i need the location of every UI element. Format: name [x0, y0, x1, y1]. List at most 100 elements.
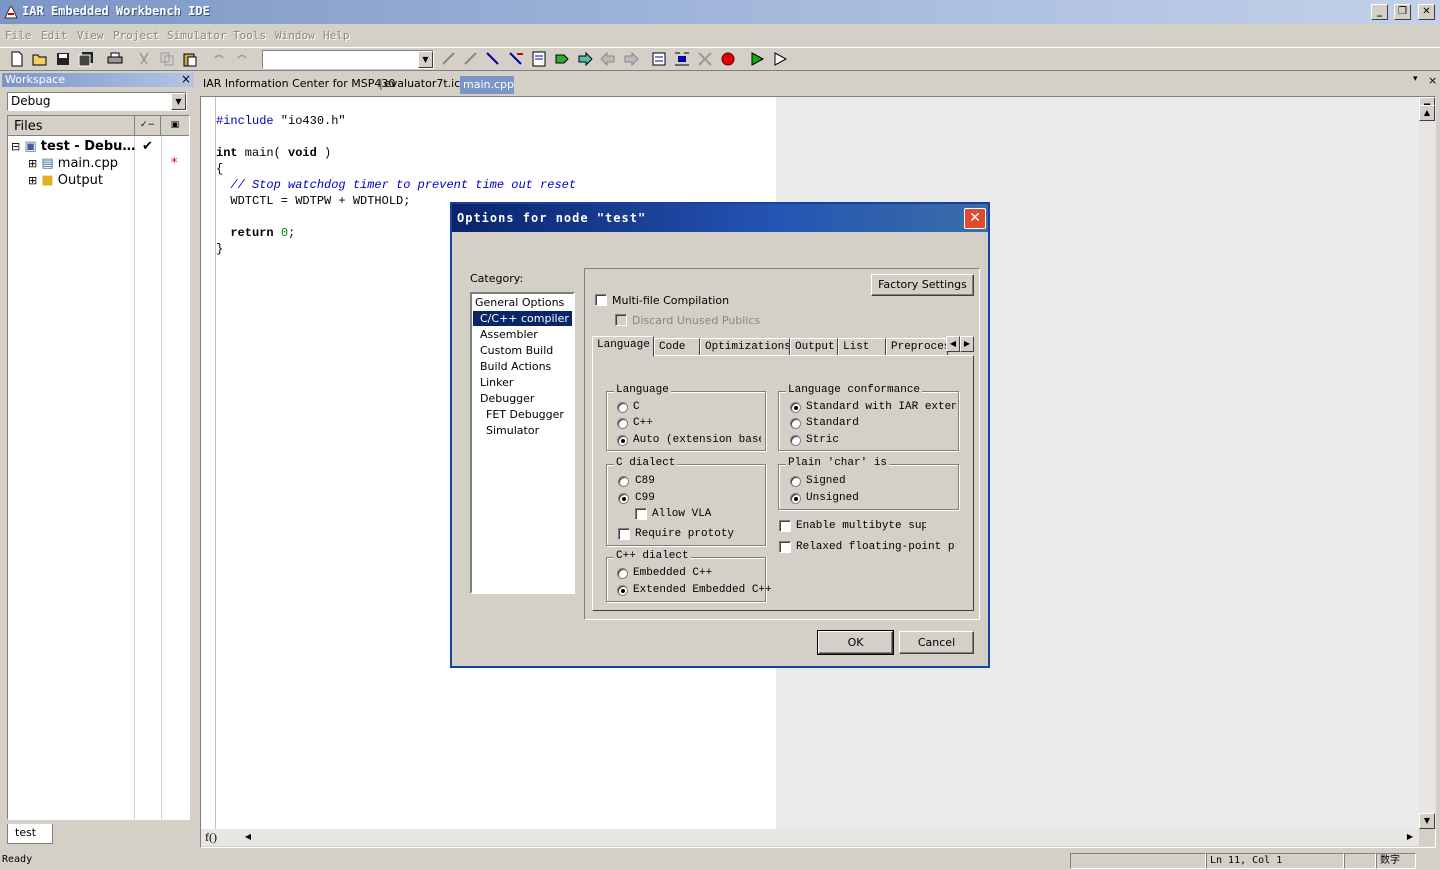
minimize-button[interactable]: _ [1371, 4, 1388, 20]
tab-output[interactable]: Output [790, 338, 838, 356]
breakpoint-icon[interactable] [719, 50, 737, 68]
expand-icon[interactable]: ⊞ [28, 157, 37, 170]
tab-optimizations[interactable]: Optimizations [700, 338, 790, 356]
config-select[interactable]: Debug ▼ [7, 92, 187, 111]
conformance-iar-radio[interactable] [790, 402, 801, 413]
open-folder-icon[interactable] [31, 50, 49, 68]
category-build-actions[interactable]: Build Actions [473, 359, 572, 374]
signed-radio[interactable] [790, 476, 801, 487]
find-combo[interactable]: ▼ [262, 50, 434, 69]
tab-main-cpp[interactable]: main.cpp [460, 76, 514, 94]
conformance-standard-radio[interactable] [790, 418, 801, 429]
find-next-icon[interactable] [484, 50, 502, 68]
cut-icon[interactable] [135, 50, 153, 68]
scroll-left-icon[interactable]: ◀ [240, 830, 256, 846]
make-icon[interactable] [673, 50, 691, 68]
debug-icon[interactable] [748, 50, 766, 68]
debug-without-download-icon[interactable] [771, 50, 789, 68]
build-status-column-icon[interactable]: ✓− [134, 116, 161, 136]
category-linker[interactable]: Linker [473, 375, 572, 390]
new-file-icon[interactable] [8, 50, 26, 68]
print-icon[interactable] [106, 50, 124, 68]
category-debugger[interactable]: Debugger [473, 391, 572, 406]
paste-icon[interactable] [181, 50, 199, 68]
category-list[interactable]: General Options C/C++ compiler Assembler… [470, 292, 575, 594]
dialog-close-button[interactable]: ✕ [964, 208, 986, 229]
factory-settings-button[interactable]: Factory Settings [871, 274, 974, 296]
close-button[interactable]: ✕ [1418, 4, 1435, 20]
allow-vla-checkbox[interactable] [635, 508, 647, 520]
category-general-options[interactable]: General Options [473, 295, 572, 310]
options-column-icon[interactable]: ▣ [161, 116, 189, 136]
tree-item-project[interactable]: ⊟ ▣ test - Debu… ✔ [11, 138, 186, 155]
navigate-next-icon[interactable] [622, 50, 640, 68]
tree-item-main-cpp[interactable]: ⊞ ▤ main.cpp * [28, 155, 186, 172]
conformance-strict-radio[interactable] [790, 435, 801, 446]
menu-tools[interactable]: Tools [233, 29, 266, 42]
extended-embedded-cpp-radio[interactable] [617, 585, 628, 596]
category-simulator[interactable]: Simulator [473, 423, 572, 438]
menu-project[interactable]: Project [113, 29, 159, 42]
category-assembler[interactable]: Assembler [473, 327, 572, 342]
tab-preprocessor[interactable]: Preprocessor [886, 338, 948, 356]
scroll-right-icon[interactable]: ▶ [1402, 830, 1418, 846]
menu-window[interactable]: Window [275, 29, 315, 42]
category-fet-debugger[interactable]: FET Debugger [473, 407, 572, 422]
tree-item-output[interactable]: ⊞ ■ Output [28, 172, 186, 189]
function-navigator[interactable]: f() [205, 830, 217, 845]
vertical-scrollbar[interactable]: ▬ ▲ ▼ [1419, 97, 1436, 829]
find-in-files-icon[interactable] [530, 50, 548, 68]
menu-file[interactable]: File [5, 29, 32, 42]
navigate-forward-icon[interactable] [576, 50, 594, 68]
tabs-scroll-left-icon[interactable]: ◀ [946, 336, 960, 352]
navigate-back-icon[interactable] [599, 50, 617, 68]
category-custom-build[interactable]: Custom Build [473, 343, 572, 358]
unsigned-radio[interactable] [790, 493, 801, 504]
menu-view[interactable]: View [77, 29, 104, 42]
multifile-checkbox[interactable] [595, 294, 607, 306]
cancel-button[interactable]: Cancel [899, 631, 974, 654]
stop-build-icon[interactable] [696, 50, 714, 68]
language-cpp-radio[interactable] [617, 418, 628, 429]
embedded-cpp-radio[interactable] [617, 568, 628, 579]
editor-close-icon[interactable]: × [1428, 74, 1437, 87]
chevron-down-icon[interactable]: ▼ [418, 51, 433, 68]
undo-icon[interactable] [210, 50, 228, 68]
tab-menu-icon[interactable]: ▾ [1413, 74, 1418, 84]
menu-edit[interactable]: Edit [41, 29, 68, 42]
workspace-close-icon[interactable]: × [180, 73, 192, 87]
chevron-down-icon[interactable]: ▼ [171, 93, 186, 110]
tab-code[interactable]: Code [654, 338, 700, 356]
menu-simulator[interactable]: Simulator [167, 29, 227, 42]
compile-icon[interactable] [650, 50, 668, 68]
c99-radio[interactable] [618, 493, 629, 504]
redo-icon[interactable] [233, 50, 251, 68]
scroll-up-icon[interactable]: ▲ [1419, 105, 1435, 121]
collapse-icon[interactable]: ⊟ [11, 140, 20, 153]
multibyte-checkbox[interactable] [779, 520, 791, 532]
scroll-down-icon[interactable]: ▼ [1419, 813, 1435, 829]
language-auto-radio[interactable] [617, 435, 628, 446]
c89-radio[interactable] [618, 476, 629, 487]
workspace-tab-test[interactable]: test [7, 824, 53, 844]
relaxed-fp-checkbox[interactable] [779, 541, 791, 553]
category-c-cpp-compiler[interactable]: C/C++ compiler [473, 311, 572, 326]
tabs-scroll-right-icon[interactable]: ▶ [960, 336, 974, 352]
find-previous-icon[interactable] [507, 50, 525, 68]
tab-list[interactable]: List [838, 338, 886, 356]
copy-icon[interactable] [158, 50, 176, 68]
expand-icon[interactable]: ⊞ [28, 174, 37, 187]
save-all-icon[interactable] [77, 50, 95, 68]
goto-bookmark-icon[interactable] [462, 50, 480, 68]
toggle-bookmark-icon[interactable] [440, 50, 458, 68]
save-icon[interactable] [54, 50, 72, 68]
ok-button[interactable]: OK [817, 630, 894, 655]
tab-language[interactable]: Language [592, 336, 654, 357]
require-prototypes-checkbox[interactable] [618, 528, 630, 540]
tab-icf[interactable]: evaluator7t.icf [384, 77, 464, 90]
restore-button[interactable]: ❐ [1394, 4, 1411, 20]
horizontal-scrollbar[interactable]: f() ◀ ▶ [201, 829, 1419, 846]
goto-icon[interactable] [553, 50, 571, 68]
menu-help[interactable]: Help [323, 29, 350, 42]
tab-info-center[interactable]: IAR Information Center for MSP430 [203, 77, 395, 90]
